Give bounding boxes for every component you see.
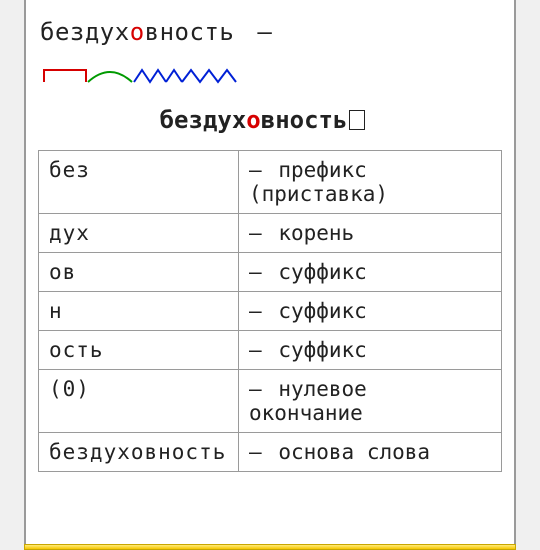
morpheme-diagram: бездуховность — [38, 64, 502, 110]
morpheme-desc: — суффикс — [239, 331, 502, 370]
morpheme-name: дух — [39, 214, 239, 253]
morph-post: вность — [261, 106, 348, 134]
main-panel: бездуховность — бездуховность без — [24, 0, 516, 550]
headword-pre: бездух — [40, 18, 130, 46]
headword-stress: о — [130, 18, 145, 46]
morpheme-name: бездуховность — [39, 433, 239, 472]
morpheme-name: (0) — [39, 370, 239, 433]
headword-dash: — — [257, 18, 272, 46]
morpheme-desc: — нулевое окончание — [239, 370, 502, 433]
morpheme-word: бездуховность — [44, 78, 365, 162]
morpheme-name: н — [39, 292, 239, 331]
table-row: ов — суффикс — [39, 253, 502, 292]
headword: бездуховность — — [40, 18, 502, 46]
morph-pre: бездух — [160, 106, 247, 134]
morpheme-desc: — корень — [239, 214, 502, 253]
morpheme-name: ость — [39, 331, 239, 370]
morpheme-desc: — основа слова — [239, 433, 502, 472]
headword-post: вность — [145, 18, 235, 46]
gold-divider — [24, 544, 516, 550]
morpheme-desc: — суффикс — [239, 253, 502, 292]
table-row: бездуховность — основа слова — [39, 433, 502, 472]
table-row: ость — суффикс — [39, 331, 502, 370]
morpheme-table-body: без — префикс (приставка) дух — корень о… — [39, 151, 502, 472]
morpheme-name: ов — [39, 253, 239, 292]
morph-stress: о — [246, 106, 260, 134]
page: бездуховность — бездуховность без — [0, 0, 540, 550]
table-row: (0) — нулевое окончание — [39, 370, 502, 433]
table-row: дух — корень — [39, 214, 502, 253]
morpheme-desc: — суффикс — [239, 292, 502, 331]
zero-ending-box-icon — [349, 110, 365, 130]
morpheme-table: без — префикс (приставка) дух — корень о… — [38, 150, 502, 472]
table-row: н — суффикс — [39, 292, 502, 331]
